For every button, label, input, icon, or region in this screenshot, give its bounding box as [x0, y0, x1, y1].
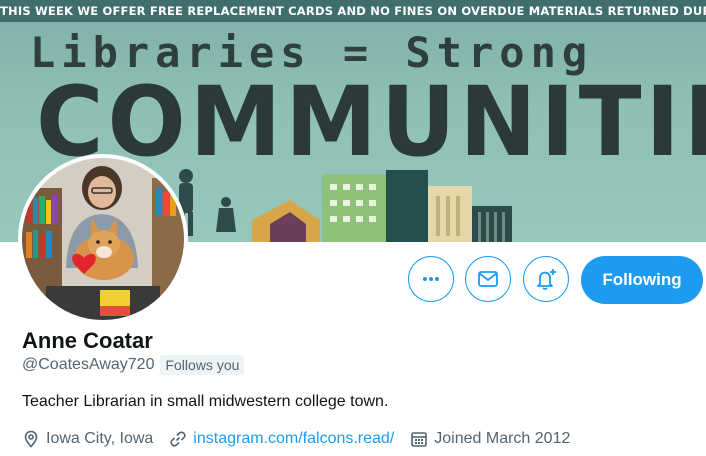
display-name: Anne Coatar [22, 328, 153, 353]
location-text: Iowa City, Iowa [46, 430, 154, 447]
more-button[interactable] [408, 256, 454, 302]
notify-button[interactable] [523, 256, 569, 302]
message-button[interactable] [465, 256, 511, 302]
avatar[interactable] [18, 154, 188, 324]
following-button[interactable]: Following [581, 256, 703, 304]
avatar-photo [22, 158, 184, 320]
bell-plus-icon [537, 269, 556, 290]
follows-you-badge: Follows you [160, 355, 245, 375]
joined-text: Joined March 2012 [434, 430, 571, 447]
handle-row: @CoatesAway720 Follows you [22, 354, 245, 376]
mail-icon [478, 271, 498, 287]
profile-meta: Iowa City, Iowa instagram.com/falcons.re… [22, 428, 586, 450]
location-pin-icon [22, 430, 40, 448]
profile-bio: Teacher Librarian in small midwestern co… [22, 393, 389, 410]
website-link[interactable]: instagram.com/falcons.read/ [193, 430, 394, 448]
more-icon [423, 277, 439, 281]
link-icon [169, 430, 187, 448]
banner-top-text: THIS WEEK WE OFFER FREE REPLACEMENT CARD… [0, 0, 706, 22]
website-item[interactable]: instagram.com/falcons.read/ [169, 430, 394, 448]
user-handle: @CoatesAway720 [22, 356, 155, 373]
joined-item: Joined March 2012 [410, 430, 570, 448]
calendar-icon [410, 430, 428, 448]
location-item: Iowa City, Iowa [22, 430, 153, 448]
